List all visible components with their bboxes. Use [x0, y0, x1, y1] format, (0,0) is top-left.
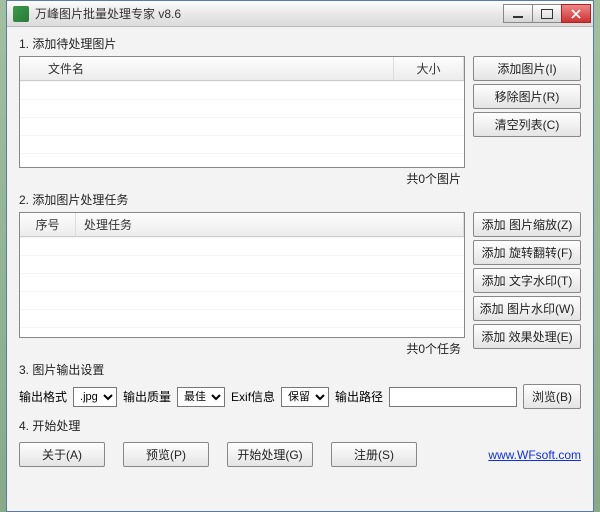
output-quality-select[interactable]: 最佳 — [177, 387, 225, 407]
section1-buttons: 添加图片(I) 移除图片(R) 清空列表(C) — [473, 56, 581, 137]
col-filename[interactable]: 文件名 — [20, 57, 394, 80]
image-count: 共0个图片 — [19, 168, 465, 187]
image-list-header: 文件名 大小 — [20, 57, 464, 81]
task-count: 共0个任务 — [19, 338, 465, 357]
task-list-body[interactable] — [20, 237, 464, 337]
col-task[interactable]: 处理任务 — [76, 213, 464, 236]
website-link[interactable]: www.WFsoft.com — [488, 448, 581, 462]
section1-row: 文件名 大小 共0个图片 添加图片(I) 移除图片(R) 清空列表(C) — [19, 56, 581, 187]
task-list[interactable]: 序号 处理任务 — [19, 212, 465, 338]
close-button[interactable] — [561, 4, 591, 23]
start-process-button[interactable]: 开始处理(G) — [227, 442, 313, 467]
add-resize-button[interactable]: 添加 图片缩放(Z) — [473, 212, 581, 237]
col-size[interactable]: 大小 — [394, 57, 464, 80]
section3-label: 3. 图片输出设置 — [19, 361, 581, 378]
window-title: 万峰图片批量处理专家 v8.6 — [35, 5, 498, 22]
section1-label: 1. 添加待处理图片 — [19, 35, 581, 52]
window-controls — [504, 4, 591, 23]
output-format-label: 输出格式 — [19, 388, 67, 405]
minimize-button[interactable] — [503, 4, 533, 23]
preview-button[interactable]: 预览(P) — [123, 442, 209, 467]
output-format-select[interactable]: .jpg — [73, 387, 117, 407]
bottom-buttons-row: 关于(A) 预览(P) 开始处理(G) 注册(S) www.WFsoft.com — [19, 442, 581, 467]
add-effect-button[interactable]: 添加 效果处理(E) — [473, 324, 581, 349]
output-settings-row: 输出格式 .jpg 输出质量 最佳 Exif信息 保留 输出路径 浏览(B) — [19, 384, 581, 409]
content-area: 1. 添加待处理图片 文件名 大小 共0个图片 添加图片(I) 移除图片(R) … — [7, 27, 593, 511]
add-rotate-button[interactable]: 添加 旋转翻转(F) — [473, 240, 581, 265]
add-image-button[interactable]: 添加图片(I) — [473, 56, 581, 81]
image-list-body[interactable] — [20, 81, 464, 167]
image-list[interactable]: 文件名 大小 — [19, 56, 465, 168]
output-path-input[interactable] — [389, 387, 517, 407]
output-path-label: 输出路径 — [335, 388, 383, 405]
app-icon — [13, 6, 29, 22]
col-index[interactable]: 序号 — [20, 213, 76, 236]
maximize-button[interactable] — [532, 4, 562, 23]
section4-label: 4. 开始处理 — [19, 417, 581, 434]
titlebar: 万峰图片批量处理专家 v8.6 — [7, 1, 593, 27]
register-button[interactable]: 注册(S) — [331, 442, 417, 467]
task-list-header: 序号 处理任务 — [20, 213, 464, 237]
exif-label: Exif信息 — [231, 388, 275, 405]
main-window: 万峰图片批量处理专家 v8.6 1. 添加待处理图片 文件名 大小 共0个图片 — [6, 0, 594, 512]
add-text-watermark-button[interactable]: 添加 文字水印(T) — [473, 268, 581, 293]
exif-select[interactable]: 保留 — [281, 387, 329, 407]
section2-label: 2. 添加图片处理任务 — [19, 191, 581, 208]
section2-row: 序号 处理任务 共0个任务 添加 图片缩放(Z) 添加 旋转翻转(F) 添加 文… — [19, 212, 581, 357]
remove-image-button[interactable]: 移除图片(R) — [473, 84, 581, 109]
about-button[interactable]: 关于(A) — [19, 442, 105, 467]
browse-button[interactable]: 浏览(B) — [523, 384, 581, 409]
clear-list-button[interactable]: 清空列表(C) — [473, 112, 581, 137]
output-quality-label: 输出质量 — [123, 388, 171, 405]
add-image-watermark-button[interactable]: 添加 图片水印(W) — [473, 296, 581, 321]
section2-buttons: 添加 图片缩放(Z) 添加 旋转翻转(F) 添加 文字水印(T) 添加 图片水印… — [473, 212, 581, 349]
